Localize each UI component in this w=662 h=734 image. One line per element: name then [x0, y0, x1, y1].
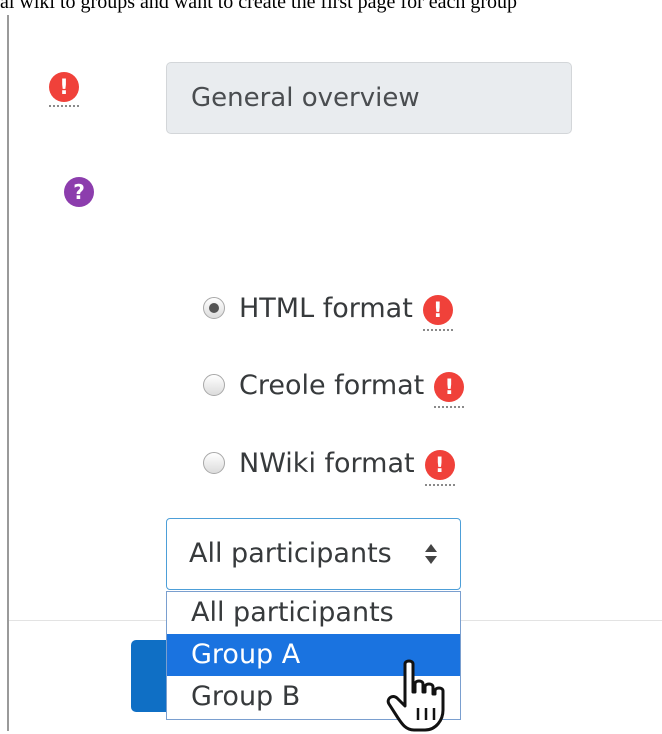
page-name-input[interactable]: General overview — [166, 62, 572, 134]
hand-pointer-cursor-icon — [386, 659, 445, 732]
creole-format-help-link[interactable]: ! — [434, 372, 465, 408]
radio-button-nwiki[interactable] — [203, 452, 225, 474]
page-name-required-link[interactable]: ! — [49, 72, 79, 107]
required-icon: ! — [434, 372, 465, 402]
radio-button-html[interactable] — [203, 297, 225, 319]
group-select[interactable]: All participants — [166, 518, 461, 590]
help-icon: ? — [64, 177, 94, 207]
required-icon: ! — [49, 72, 79, 102]
page-intro-text: al wiki to groups and want to create the… — [0, 0, 518, 13]
format-help-link[interactable]: ? — [64, 177, 94, 207]
nwiki-format-help-link[interactable]: ! — [424, 450, 455, 486]
form-left-border — [7, 15, 9, 731]
format-option-html[interactable]: HTML format ! — [203, 288, 453, 331]
radio-selected-dot — [209, 303, 219, 313]
select-arrows-icon — [425, 544, 437, 564]
radio-button-creole[interactable] — [203, 374, 225, 396]
group-select-value: All participants — [189, 538, 392, 569]
dropdown-option-all-participants[interactable]: All participants — [167, 592, 460, 634]
format-option-label: Creole format — [239, 369, 425, 401]
format-option-nwiki[interactable]: NWiki format ! — [203, 443, 455, 486]
format-option-label: HTML format — [239, 292, 413, 324]
html-format-help-link[interactable]: ! — [422, 295, 453, 331]
required-icon: ! — [422, 295, 453, 325]
format-option-label: NWiki format — [239, 447, 415, 479]
required-icon: ! — [424, 450, 455, 480]
format-option-creole[interactable]: Creole format ! — [203, 365, 465, 408]
